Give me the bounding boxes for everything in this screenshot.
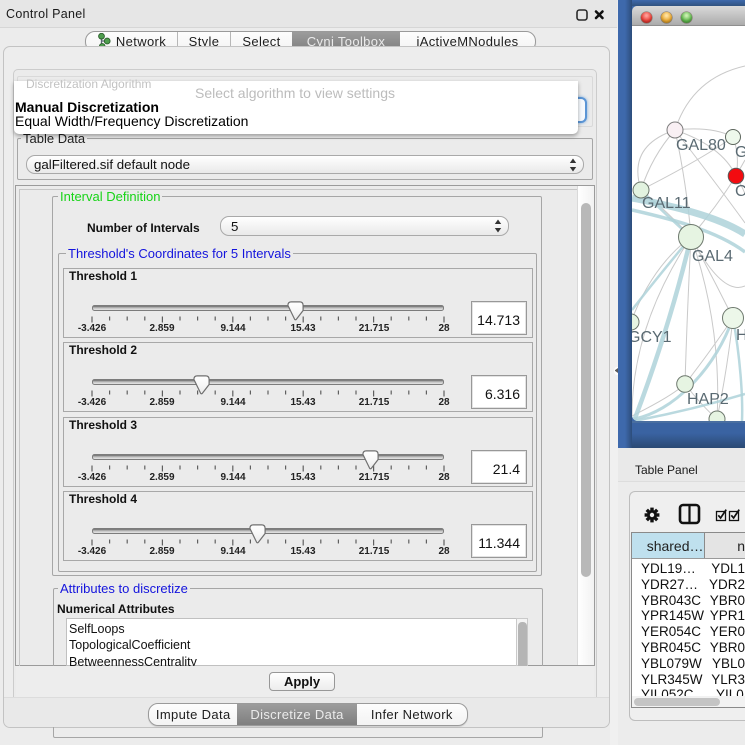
- svg-text:H: H: [736, 327, 745, 344]
- svg-text:GAL80: GAL80: [676, 137, 726, 154]
- svg-text:G: G: [735, 144, 745, 161]
- svg-text:C: C: [735, 183, 745, 200]
- svg-text:HAP2: HAP2: [687, 391, 729, 408]
- svg-text:GAL4: GAL4: [692, 248, 733, 265]
- svg-text:GAL11: GAL11: [642, 195, 691, 212]
- svg-text:GCY1: GCY1: [632, 329, 672, 346]
